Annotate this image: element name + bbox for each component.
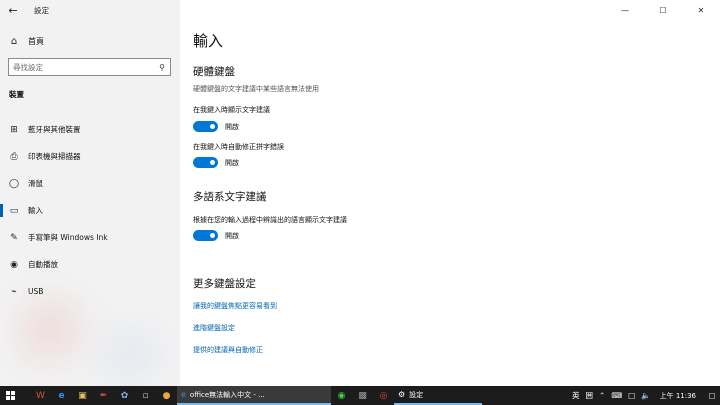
more-keyboard-heading: 更多鍵盤設定 — [193, 278, 256, 290]
close-icon[interactable]: ✕ — [682, 0, 720, 20]
sidebar-item-usb[interactable]: ⌁ USB — [0, 278, 180, 305]
suggestions-autocorrect-link[interactable]: 提供的建議與自動修正 — [193, 345, 263, 355]
clock[interactable]: 上午 11:36 — [654, 391, 704, 401]
app-title: 設定 — [34, 5, 49, 15]
taskbar-task-settings[interactable]: ⚙ 設定 — [394, 386, 482, 405]
autoplay-icon: ◉ — [10, 259, 18, 270]
taskbar: W e ▣ ✒ ✿ ▫ ● e office無法輸入中文 - ... ◉ ▩ ◎… — [0, 386, 720, 405]
printer-icon: ⎙ — [10, 151, 18, 162]
chevron-up-icon[interactable]: ⌃ — [596, 391, 608, 400]
line-icon[interactable]: ◉ — [331, 386, 352, 405]
sidebar-item-bluetooth[interactable]: ⊞ 藍牙與其他裝置 — [0, 116, 180, 143]
show-suggestions-label: 在我鍵入時顯示文字建議 — [193, 106, 270, 114]
taskbar-task-browser[interactable]: e office無法輸入中文 - ... — [177, 386, 331, 405]
background-blur — [20, 300, 80, 360]
nav-home-label: 首頁 — [28, 36, 44, 46]
sidebar-item-label: 手寫筆與 Windows Ink — [28, 233, 108, 242]
content-pane: — ☐ ✕ 輸入 硬體鍵盤 硬體鍵盤的文字建議中某些語言無法使用 在我鍵入時顯示… — [180, 0, 720, 386]
sidebar-item-label: 輸入 — [28, 206, 43, 215]
file-explorer-icon[interactable]: ▣ — [72, 386, 93, 405]
autocorrect-toggle-row: 開啟 — [193, 157, 239, 168]
toggle-knob — [210, 233, 215, 238]
keyboard-icon: ▭ — [9, 205, 19, 216]
search-settings-input[interactable]: 尋找設定 ⚲ — [8, 58, 171, 76]
multilingual-toggle[interactable] — [193, 230, 218, 241]
usb-icon: ⌁ — [11, 286, 17, 297]
autocorrect-toggle[interactable] — [193, 157, 218, 168]
toggle-knob — [210, 124, 215, 129]
hardware-keyboard-heading: 硬體鍵盤 — [193, 66, 235, 78]
windows-logo-icon — [5, 391, 15, 400]
maximize-icon[interactable]: ☐ — [644, 0, 682, 20]
back-arrow-icon[interactable]: ← — [0, 0, 26, 20]
section-header: 裝置 — [9, 90, 24, 99]
multilingual-toggle-row: 開啟 — [193, 230, 239, 241]
sidebar-item-autoplay[interactable]: ◉ 自動播放 — [0, 251, 180, 278]
window-controls: — ☐ ✕ — [606, 0, 720, 20]
sidebar-item-typing[interactable]: ▭ 輸入 — [0, 197, 180, 224]
sidebar-item-label: 印表機與掃描器 — [28, 152, 81, 161]
toggle-state-label: 開啟 — [225, 158, 239, 167]
system-tray: 英 囲 ⌃ ⌨ □ 🔈 上午 11:36 ▢ — [569, 386, 720, 405]
edge-icon[interactable]: e — [51, 386, 72, 405]
app-orange-icon[interactable]: ● — [156, 386, 177, 405]
background-blur — [100, 330, 160, 380]
taskbar-task-label: 設定 — [409, 390, 424, 399]
pen-icon: ✎ — [10, 232, 18, 243]
taskbar-spacer — [20, 386, 30, 405]
navigation-pane: ← 設定 ⌂ 首頁 尋找設定 ⚲ 裝置 ⊞ 藍牙與其他裝置 ⎙ 印表機與掃描器 … — [0, 0, 180, 386]
sidebar-item-label: 滑鼠 — [28, 179, 43, 188]
taskbar-task-label: office無法輸入中文 - ... — [189, 390, 265, 399]
gear-icon: ⚙ — [398, 390, 406, 399]
sidebar-item-mouse[interactable]: ◯ 滑鼠 — [0, 170, 180, 197]
minimize-icon[interactable]: — — [606, 0, 644, 20]
search-placeholder: 尋找設定 — [13, 62, 43, 72]
search-icon[interactable]: ⚲ — [154, 63, 170, 72]
toggle-knob — [210, 160, 215, 165]
photos-icon[interactable]: ▩ — [352, 386, 373, 405]
mouse-icon: ◯ — [8, 178, 20, 189]
autocorrect-label: 在我鍵入時自動修正拼字錯誤 — [193, 143, 284, 151]
network-app-icon[interactable]: ✿ — [114, 386, 135, 405]
home-icon: ⌂ — [10, 35, 18, 47]
advanced-keyboard-link[interactable]: 進階鍵盤設定 — [193, 323, 235, 333]
toggle-state-label: 開啟 — [225, 231, 239, 240]
pen-app-icon[interactable]: ✒ — [93, 386, 114, 405]
ime-layout-indicator[interactable]: 囲 — [583, 390, 597, 401]
keyboard-focus-link[interactable]: 讓我的鍵盤焦點更容易看到 — [193, 301, 277, 311]
hardware-keyboard-description: 硬體鍵盤的文字建議中某些語言無法使用 — [193, 85, 319, 93]
sidebar-item-label: 藍牙與其他裝置 — [28, 125, 81, 134]
show-suggestions-toggle-row: 開啟 — [193, 121, 239, 132]
chrome-icon[interactable]: ◎ — [373, 386, 394, 405]
ime-mode-indicator[interactable]: 英 — [569, 390, 583, 401]
multilingual-heading: 多語系文字建議 — [193, 191, 267, 203]
store-icon[interactable]: ▫ — [135, 386, 156, 405]
bluetooth-devices-icon: ⊞ — [10, 124, 18, 135]
sidebar-item-label: 自動播放 — [28, 260, 58, 269]
show-suggestions-toggle[interactable] — [193, 121, 218, 132]
edge-icon: e — [181, 390, 186, 399]
volume-icon[interactable]: 🔈 — [638, 391, 653, 400]
page-title: 輸入 — [193, 32, 224, 50]
network-icon[interactable]: □ — [625, 391, 638, 400]
nav-list: ⊞ 藍牙與其他裝置 ⎙ 印表機與掃描器 ◯ 滑鼠 ▭ 輸入 ✎ 手寫筆與 Win… — [0, 116, 180, 305]
sidebar-item-printers[interactable]: ⎙ 印表機與掃描器 — [0, 143, 180, 170]
titlebar-left: ← 設定 — [0, 0, 180, 20]
keyboard-icon[interactable]: ⌨ — [608, 391, 625, 400]
sidebar-item-pen[interactable]: ✎ 手寫筆與 Windows Ink — [0, 224, 180, 251]
start-button[interactable] — [0, 386, 20, 405]
sidebar-item-label: USB — [28, 287, 44, 296]
multilingual-label: 根據在您的輸入過程中辨識出的語言顯示文字建議 — [193, 216, 347, 224]
nav-home[interactable]: ⌂ 首頁 — [0, 33, 180, 49]
toggle-state-label: 開啟 — [225, 122, 239, 131]
notification-icon[interactable]: ▢ — [704, 391, 720, 400]
winrar-icon[interactable]: W — [30, 386, 51, 405]
